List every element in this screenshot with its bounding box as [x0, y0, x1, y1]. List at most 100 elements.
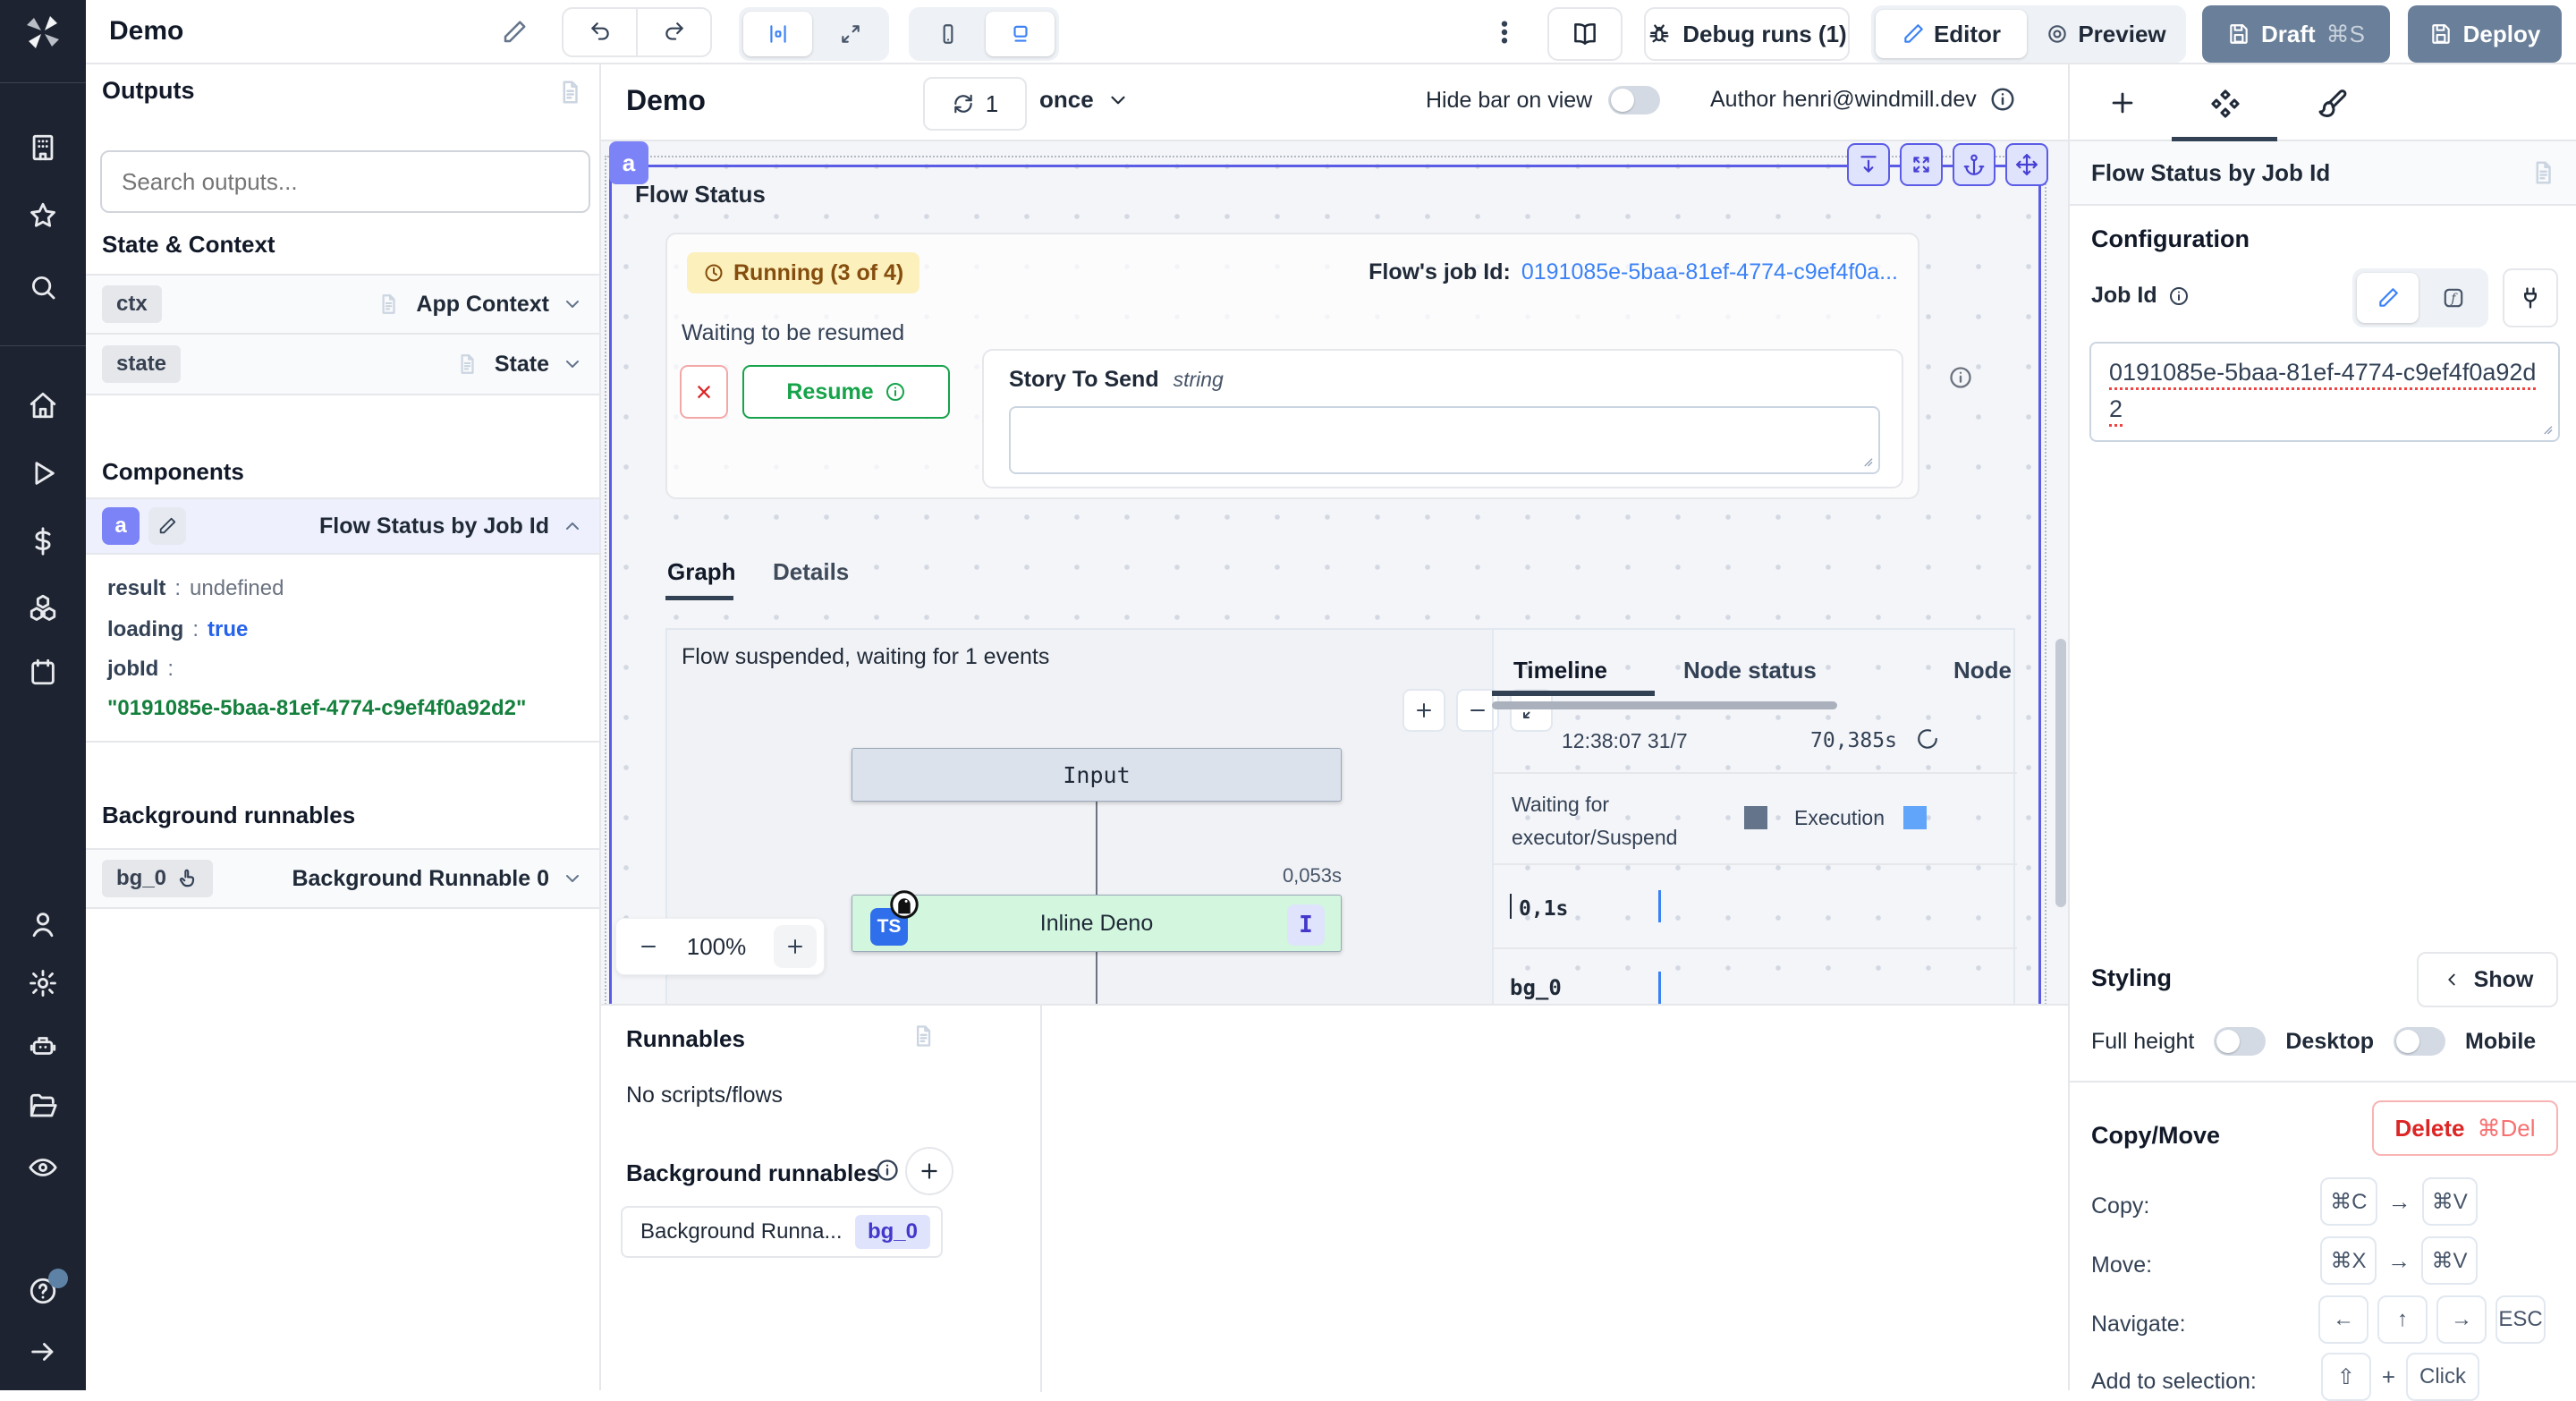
partial-row-label: bg_0 — [1510, 975, 1562, 1000]
edit-component-id-button[interactable] — [148, 507, 186, 545]
workspace-icon[interactable] — [28, 132, 58, 163]
runnables-doc-icon[interactable] — [911, 1023, 936, 1049]
move-component-button[interactable] — [2005, 143, 2048, 186]
state-doc-icon — [455, 352, 479, 376]
execution-bar — [1658, 972, 1661, 1004]
docs-button[interactable] — [1547, 7, 1623, 61]
chevron-up-icon[interactable] — [562, 515, 583, 537]
delete-component-button[interactable]: Delete ⌘Del — [2372, 1100, 2558, 1156]
workers-icon[interactable] — [28, 1031, 58, 1061]
rename-app-icon[interactable] — [501, 19, 528, 46]
add-selection-keys: ⇧+Click — [2320, 1353, 2479, 1401]
chevron-down-icon[interactable] — [562, 353, 583, 375]
draft-button[interactable]: Draft ⌘S — [2202, 5, 2390, 63]
state-badge: state — [102, 345, 181, 383]
runs-icon[interactable] — [28, 458, 58, 488]
add-bg-runnable-button[interactable] — [905, 1147, 953, 1195]
variables-icon[interactable] — [28, 526, 58, 556]
anchor-component-button[interactable] — [1953, 143, 1996, 186]
theme-tab-icon[interactable] — [2315, 88, 2347, 120]
audit-icon[interactable] — [28, 1152, 58, 1183]
desktop-view-button[interactable] — [986, 12, 1055, 56]
plus-icon — [918, 1159, 941, 1183]
connect-input-button[interactable] — [2503, 268, 2558, 327]
bg-runnable-row[interactable]: bg_0 Background Runnable 0 — [86, 848, 599, 909]
hide-bar-toggle[interactable] — [1608, 86, 1660, 115]
cancel-button[interactable]: × — [680, 365, 728, 419]
users-icon[interactable] — [28, 909, 58, 939]
bg-runnables-heading: Background runnables — [626, 1159, 879, 1187]
graph-node-inline-deno[interactable]: TS Inline Deno I — [852, 895, 1342, 952]
jobid-textarea[interactable]: 0191085e-5baa-81ef-4774-c9ef4f0a92d2 — [2089, 342, 2560, 442]
info-icon[interactable] — [2168, 285, 2190, 307]
tab-node-status[interactable]: Node status — [1683, 657, 1817, 684]
debug-runs-button[interactable]: Debug runs (1) — [1644, 7, 1850, 61]
tab-preview[interactable]: Preview — [2030, 10, 2182, 58]
resources-icon[interactable] — [28, 592, 58, 623]
redo-button[interactable] — [638, 9, 710, 55]
component-a-row[interactable]: a Flow Status by Job Id — [86, 497, 599, 555]
zoom-in-button[interactable] — [774, 925, 817, 968]
bg-runnable-badge: bg_0 — [102, 860, 213, 897]
maximize-icon — [839, 22, 862, 46]
tab-details[interactable]: Details — [773, 558, 849, 586]
eval-input-button[interactable]: f — [2422, 273, 2484, 323]
zoom-out-icon[interactable] — [638, 936, 659, 957]
component-info-icon[interactable] — [1948, 365, 1973, 390]
show-styling-button[interactable]: Show — [2417, 952, 2558, 1007]
story-to-send-textarea[interactable] — [1009, 406, 1880, 474]
schedule-dropdown[interactable]: once — [1039, 86, 1130, 114]
graph-node-input[interactable]: Input — [852, 748, 1342, 802]
more-menu-icon[interactable] — [1490, 18, 1519, 47]
component-tag[interactable]: a — [609, 141, 648, 184]
info-icon — [885, 381, 906, 403]
search-outputs-input[interactable] — [100, 150, 590, 213]
refresh-count-button[interactable]: 1 — [923, 77, 1027, 131]
tab-timeline[interactable]: Timeline — [1513, 657, 1607, 684]
chevron-down-icon[interactable] — [562, 868, 583, 889]
resize-grip-icon[interactable] — [1859, 453, 1875, 469]
static-input-button[interactable] — [2357, 273, 2419, 323]
folders-icon[interactable] — [28, 1091, 58, 1122]
app-canvas[interactable]: a Flow Status Running (3 of 4) Flow's jo… — [601, 141, 2068, 1004]
schedules-icon[interactable] — [28, 657, 58, 687]
bg-runnable-item[interactable]: Background Runna... bg_0 — [621, 1206, 943, 1258]
settings-icon[interactable] — [28, 968, 58, 998]
tabs-scrollbar[interactable] — [1492, 701, 1837, 709]
mobile-view-button[interactable] — [913, 12, 982, 56]
runnables-empty-text: No scripts/flows — [626, 1083, 783, 1108]
inspector-tabs — [2070, 64, 2576, 141]
desktop-mobile-toggle[interactable] — [2394, 1027, 2445, 1056]
favorites-icon[interactable] — [28, 200, 58, 231]
info-icon[interactable] — [875, 1158, 900, 1183]
state-row[interactable]: state State — [86, 335, 599, 395]
info-icon[interactable] — [1989, 86, 2016, 113]
expand-down-button[interactable] — [1847, 143, 1890, 186]
tab-graph[interactable]: Graph — [667, 558, 736, 586]
canvas-scrollbar[interactable] — [2055, 639, 2066, 907]
tab-node[interactable]: Node — [1953, 657, 2016, 684]
component-settings-tab-icon[interactable] — [2209, 88, 2241, 120]
home-icon[interactable] — [28, 390, 58, 420]
add-component-tab-icon[interactable] — [2107, 88, 2138, 118]
tab-editor[interactable]: Editor — [1876, 10, 2027, 58]
copymove-heading: Copy/Move — [2091, 1122, 2220, 1150]
windmill-logo-icon[interactable] — [21, 11, 64, 54]
full-height-toggle[interactable] — [2214, 1027, 2266, 1056]
doc-icon[interactable] — [2529, 159, 2556, 186]
ctx-row[interactable]: ctx App Context — [86, 274, 599, 335]
graph-zoom-in-button[interactable] — [1402, 689, 1445, 732]
outputs-doc-icon[interactable] — [556, 79, 583, 106]
chevron-down-icon[interactable] — [562, 293, 583, 315]
job-id-link[interactable]: 0191085e-5baa-81ef-4774-c9ef4f0a... — [1521, 259, 1898, 285]
fullscreen-component-button[interactable] — [1900, 143, 1943, 186]
smartphone-icon — [936, 22, 960, 46]
full-width-button[interactable] — [816, 12, 885, 56]
resume-button[interactable]: Resume — [742, 365, 950, 419]
deploy-button[interactable]: Deploy — [2408, 5, 2562, 63]
undo-button[interactable] — [564, 9, 638, 55]
collapse-sidebar-icon[interactable] — [28, 1337, 58, 1367]
resize-grip-icon[interactable] — [2538, 420, 2555, 437]
search-icon[interactable] — [28, 272, 58, 302]
center-layout-button[interactable] — [743, 12, 812, 56]
